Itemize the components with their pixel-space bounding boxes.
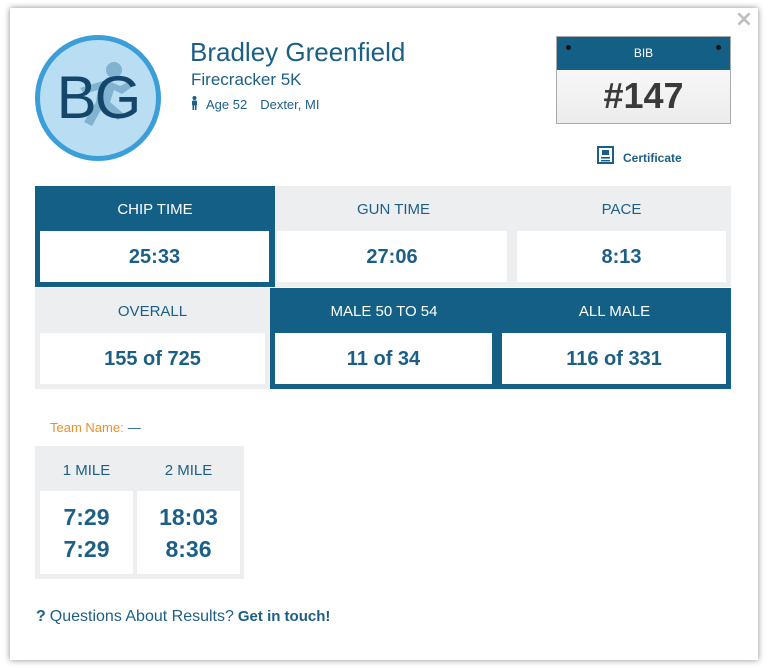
bib-label: BIB [557, 37, 730, 70]
avatar-initials: BG [56, 64, 142, 131]
stat-pace: PACE 8:13 [512, 186, 731, 287]
certificate-link[interactable]: Certificate [597, 146, 682, 169]
stat-gun-time: GUN TIME 27:06 [275, 186, 512, 287]
split-pace: 7:29 [63, 536, 110, 562]
stat-value: 27:06 [277, 231, 507, 282]
stat-overall: OVERALL 155 of 725 [35, 288, 270, 389]
close-icon[interactable]: × [734, 9, 754, 31]
event-name: Firecracker 5K [191, 70, 302, 89]
certificate-label: Certificate [623, 150, 682, 165]
splits-table: 1 MILE 2 MILE 7:29 7:29 18:03 8:36 [35, 446, 244, 579]
team-label: Team Name: [50, 420, 124, 435]
stat-label: ALL MALE [578, 303, 651, 320]
stat-value: 11 of 34 [275, 333, 492, 384]
get-in-touch-link[interactable]: Get in touch! [238, 608, 331, 625]
participant-meta: Age 52 Dexter, MI [191, 96, 319, 113]
stat-value: 25:33 [40, 231, 269, 282]
split-values: 18:03 8:36 [137, 491, 240, 574]
question-mark-icon: ? [36, 608, 46, 625]
stat-label: CHIP TIME [117, 201, 193, 218]
team-value: — [127, 420, 141, 435]
stat-value: 8:13 [517, 231, 726, 282]
bib-number: #147 [603, 75, 684, 116]
bib-pin-right [716, 45, 721, 50]
split-label: 2 MILE [164, 462, 213, 479]
stat-all-male: ALL MALE 116 of 331 [498, 288, 731, 389]
person-icon [191, 96, 198, 113]
team-name: Team Name: — [50, 420, 141, 435]
questions-text: Questions About Results? [49, 608, 234, 625]
stat-age-group: MALE 50 TO 54 11 of 34 [270, 288, 498, 389]
bib-card: BIB #147 [556, 36, 731, 124]
split-pace: 8:36 [165, 536, 212, 562]
stat-label: OVERALL [117, 303, 188, 320]
stat-label: GUN TIME [356, 201, 431, 218]
questions-row: ? Questions About Results? Get in touch! [36, 608, 330, 626]
stat-value: 155 of 725 [40, 333, 265, 384]
certificate-icon [597, 146, 614, 169]
avatar: BG [35, 35, 161, 161]
split-time: 18:03 [159, 504, 218, 530]
stat-label: MALE 50 TO 54 [330, 303, 438, 320]
stat-value: 116 of 331 [502, 333, 726, 384]
split-time: 7:29 [63, 504, 110, 530]
participant-age: Age 52 [206, 97, 248, 112]
split-values: 7:29 7:29 [40, 491, 133, 574]
stat-label: PACE [601, 201, 642, 218]
participant-location: Dexter, MI [260, 97, 320, 112]
participant-name: Bradley Greenfield [190, 37, 406, 67]
stat-chip-time: CHIP TIME 25:33 [35, 186, 275, 287]
bib-pin-left [566, 45, 571, 50]
split-label: 1 MILE [62, 462, 111, 479]
